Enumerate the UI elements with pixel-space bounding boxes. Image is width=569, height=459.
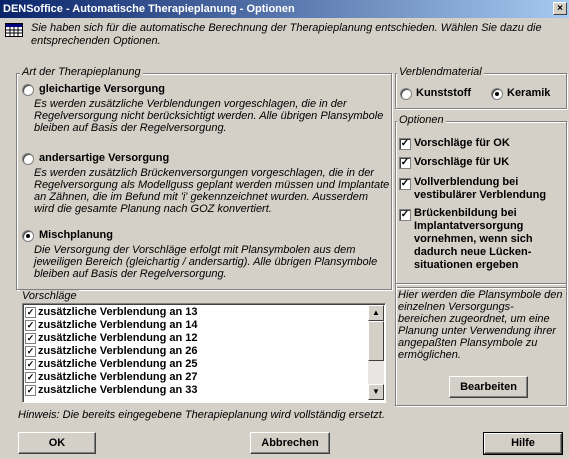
list-item-label: zusätzliche Verblendung an 12 <box>38 332 198 344</box>
list-item[interactable]: ✓ zusätzliche Verblendung an 25 <box>24 358 368 371</box>
intro-text: Sie haben sich für die automatische Bere… <box>31 22 542 48</box>
list-item-label: zusätzliche Verblendung an 33 <box>38 384 198 396</box>
desc-line: bleiben auf Basis der Regelversorgung. <box>34 122 227 134</box>
check-vollverblendung[interactable]: ✓ <box>399 178 411 190</box>
radio-keramik[interactable] <box>491 88 503 100</box>
desc-line: an Zähnen, die im Befund mit 'i' gekennz… <box>34 191 368 203</box>
list-item-checkbox[interactable]: ✓ <box>25 333 36 344</box>
label-brueckenbildung[interactable]: Brückenbildung bei Implantatversorgung v… <box>414 207 533 272</box>
list-item[interactable]: ✓ zusätzliche Verblendung an 33 <box>24 384 368 397</box>
scroll-thumb[interactable] <box>368 321 384 361</box>
arrow-down-icon: ▼ <box>372 387 380 396</box>
check-brueckenbildung[interactable]: ✓ <box>399 209 411 221</box>
radio-andersartig[interactable] <box>22 153 34 165</box>
list-scrollbar[interactable]: ▲ ▼ <box>368 305 384 400</box>
text-line: ermöglichen. <box>398 349 461 361</box>
text-line: Planung unter Verwendung ihrer <box>398 325 556 337</box>
list-item-label: zusätzliche Verblendung an 27 <box>38 371 198 383</box>
desc-gleichartig: Es werden zusätzliche Verblendungen vorg… <box>34 98 383 134</box>
list-item[interactable]: ✓ zusätzliche Verblendung an 26 <box>24 345 368 358</box>
close-icon: × <box>557 3 563 14</box>
label-vorschlaege-uk[interactable]: Vorschläge für UK <box>414 156 509 168</box>
list-item-label: zusätzliche Verblendung an 26 <box>38 345 198 357</box>
checkmark-icon: ✓ <box>400 157 410 168</box>
desc-line: Es werden zusätzliche Verblendungen vorg… <box>34 98 347 110</box>
ok-button[interactable]: OK <box>18 432 96 454</box>
text-line: angepaßten Plansymbole zu <box>398 337 538 349</box>
scroll-up-button[interactable]: ▲ <box>368 305 384 321</box>
list-item[interactable]: ✓ zusätzliche Verblendung an 12 <box>24 332 368 345</box>
desc-line: jeweiligen Bereich (gleichartig / anders… <box>34 256 378 268</box>
list-item-checkbox[interactable]: ✓ <box>25 346 36 357</box>
label-mischplanung[interactable]: Mischplanung <box>39 229 113 241</box>
label-gleichartig[interactable]: gleichartige Versorgung <box>39 83 165 95</box>
list-item[interactable]: ✓ zusätzliche Verblendung an 27 <box>24 371 368 384</box>
list-item-label: zusätzliche Verblendung an 13 <box>38 306 198 318</box>
optionen-legend: Optionen <box>397 114 446 126</box>
label-line: dadurch neue Lücken- <box>414 246 532 258</box>
text-line: Hier werden die Plansymbole den <box>398 289 563 301</box>
label-line: Brückenbildung bei <box>414 207 517 219</box>
desc-line: Die Versorgung der Vorschläge erfolgt mi… <box>34 244 356 256</box>
list-item-label: zusätzliche Verblendung an 25 <box>38 358 198 370</box>
checkmark-icon: ✓ <box>400 209 410 220</box>
vorschlaege-list[interactable]: ✓ zusätzliche Verblendung an 13 ✓ zusätzlic… <box>22 303 386 403</box>
text-line: bereichen zugeordnet, um eine <box>398 313 550 325</box>
label-line: Implantatversorgung <box>414 220 524 232</box>
checkmark-icon: ✓ <box>400 138 410 149</box>
radio-gleichartig[interactable] <box>22 84 34 96</box>
desc-mischplanung: Die Versorgung der Vorschläge erfolgt mi… <box>34 244 377 280</box>
vorschlaege-legend: Vorschläge <box>20 290 79 302</box>
cancel-button[interactable]: Abbrechen <box>250 432 330 454</box>
radio-kunststoff[interactable] <box>400 88 412 100</box>
label-vollverblendung[interactable]: Vollverblendung bei vestibulärer Verblen… <box>414 176 546 202</box>
desc-line: Regelversorgung nicht berücksichtigt wer… <box>34 110 384 122</box>
check-vorschlaege-ok[interactable]: ✓ <box>399 138 411 150</box>
check-vorschlaege-uk[interactable]: ✓ <box>399 157 411 169</box>
label-line: situationen ergeben <box>414 259 519 271</box>
verblend-legend: Verblendmaterial <box>397 66 484 78</box>
label-line: vestibulärer Verblendung <box>414 189 547 201</box>
intro-line-2: entsprechenden Optionen. <box>31 35 161 47</box>
window-title: DENSoffice - Automatische Therapieplanun… <box>3 3 295 15</box>
scroll-down-button[interactable]: ▼ <box>368 384 384 400</box>
desc-andersartig: Es werden zusätzlich Brückenversorgungen… <box>34 167 389 215</box>
list-item-checkbox[interactable]: ✓ <box>25 359 36 370</box>
title-bar: DENSoffice - Automatische Therapieplanun… <box>0 0 569 18</box>
desc-line: Regelversorgung als Modellguss geplant w… <box>34 179 390 191</box>
bearbeiten-button[interactable]: Bearbeiten <box>449 376 528 398</box>
arrow-up-icon: ▲ <box>372 308 380 317</box>
label-line: Vollverblendung bei <box>414 176 519 188</box>
intro-line-1: Sie haben sich für die automatische Bere… <box>31 22 542 34</box>
calendar-grid-icon <box>5 23 23 37</box>
list-item-label: zusätzliche Verblendung an 14 <box>38 319 198 331</box>
text-line: einzelnen Versorgungs- <box>398 301 514 313</box>
help-button[interactable]: Hilfe <box>483 432 563 455</box>
art-legend: Art der Therapieplanung <box>20 66 143 78</box>
radio-mischplanung[interactable] <box>22 230 34 242</box>
list-item-checkbox[interactable]: ✓ <box>25 320 36 331</box>
label-kunststoff[interactable]: Kunststoff <box>416 87 471 99</box>
checkmark-icon: ✓ <box>400 178 410 189</box>
plansymbole-text: Hier werden die Plansymbole den einzelne… <box>398 289 564 361</box>
list-item-checkbox[interactable]: ✓ <box>25 307 36 318</box>
list-item[interactable]: ✓ zusätzliche Verblendung an 13 <box>24 306 368 319</box>
list-item-checkbox[interactable]: ✓ <box>25 372 36 383</box>
list-item[interactable]: ✓ zusätzliche Verblendung an 14 <box>24 319 368 332</box>
desc-line: bleiben auf Basis der Regelversorgung. <box>34 268 227 280</box>
label-keramik[interactable]: Keramik <box>507 87 550 99</box>
list-item-checkbox[interactable]: ✓ <box>25 385 36 396</box>
desc-line: wird die gesamte Planung nach GOZ konver… <box>34 203 272 215</box>
label-vorschlaege-ok[interactable]: Vorschläge für OK <box>414 137 510 149</box>
desc-line: Es werden zusätzlich Brückenversorgungen… <box>34 167 374 179</box>
close-button[interactable]: × <box>553 2 567 15</box>
hinweis-text: Hinweis: Die bereits eingegebene Therapi… <box>18 409 385 421</box>
label-line: vornehmen, wenn sich <box>414 233 533 245</box>
label-andersartig[interactable]: andersartige Versorgung <box>39 152 169 164</box>
